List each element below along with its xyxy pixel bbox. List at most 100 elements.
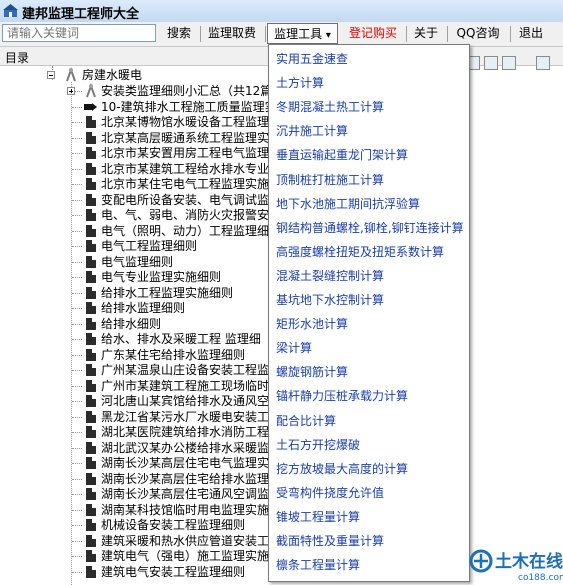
tools-menu-item[interactable]: 地下水池施工期间抗浮验算 — [276, 196, 420, 212]
tools-menu-item[interactable]: 实用五金速查 — [276, 51, 348, 67]
tree-item-label: 建筑电气（强电）施工监理实施 — [101, 549, 270, 563]
tools-menu-item[interactable]: 混凝土裂缝控制计算 — [276, 268, 384, 284]
tree-item[interactable]: 建筑电气安装工程监理细则 — [0, 564, 270, 580]
tree-item-label: 电气工程监理细则 — [101, 239, 198, 253]
tree-item[interactable]: 电、气、弱电、消防火灾报警安装 — [0, 207, 270, 223]
print-icon[interactable] — [536, 56, 550, 70]
tree-item-label: 北京市某安置用房工程电气监理 — [101, 146, 270, 160]
tree-item[interactable]: 湖南长沙某高层住宅通风空调监 — [0, 486, 270, 502]
tree-item[interactable]: 北京市某住宅电气工程监理实施 — [0, 176, 270, 192]
tree-connector — [72, 572, 82, 573]
tree-item[interactable]: 广州某温泉山庄设备安装工程监 — [0, 362, 270, 378]
document-icon — [86, 225, 96, 237]
tree-item[interactable]: 电气专业监理实施细则 — [0, 269, 270, 285]
tree-item-label: 给排水细则 — [101, 317, 162, 331]
collapse-icon[interactable] — [47, 71, 55, 79]
document-icon — [86, 333, 96, 345]
app-icon — [3, 4, 18, 17]
tree-connector — [72, 432, 82, 433]
tree-item[interactable]: 河北唐山某宾馆给排水及通风空 — [0, 393, 270, 409]
tools-menu-item[interactable]: 基坑地下水控制计算 — [276, 292, 384, 308]
tools-menu-item[interactable]: 矩形水池计算 — [276, 316, 348, 332]
tools-menu-item[interactable]: 梁计算 — [276, 340, 312, 356]
tree-item-label: 给水、排水及采暖工程 监理细 — [101, 332, 261, 346]
document-icon — [86, 488, 96, 500]
tools-menu-item[interactable]: 受弯构件挠度允许值 — [276, 485, 384, 501]
tree-connector — [72, 293, 82, 294]
qq-button[interactable]: QQ咨询 — [452, 23, 504, 44]
tree-item-label: 湖南某科技馆临时用电监理实施 — [101, 503, 270, 517]
tree-category-node[interactable]: 房建水暖电 — [0, 67, 270, 83]
tree-connector — [72, 479, 82, 480]
tools-menu-item[interactable]: 截面特性及重量计算 — [276, 533, 384, 549]
search-input[interactable] — [2, 24, 156, 42]
copy-icon[interactable] — [484, 56, 498, 70]
tree-item[interactable]: 黑龙江省某污水厂水暖电安装工 — [0, 409, 270, 425]
tools-menu-item[interactable]: 高强度螺栓扭矩及扭矩系数计算 — [276, 244, 444, 260]
toolbar-divider — [510, 26, 511, 42]
tree-item[interactable]: 湖南某科技馆临时用电监理实施 — [0, 502, 270, 518]
tree-item[interactable]: 湖北武汉某办公楼给排水采暖监 — [0, 440, 270, 456]
tools-menu-item[interactable]: 锚杆静力压桩承载力计算 — [276, 388, 408, 404]
tree-item[interactable]: 北京某高层暖通系统工程监理实 — [0, 130, 270, 146]
tree-item[interactable]: 北京某博物馆水暖设备工程监理 — [0, 114, 270, 130]
tree-item[interactable]: 给排水监理细则 — [0, 300, 270, 316]
search-button[interactable]: 搜索 — [162, 23, 196, 44]
tree-item[interactable]: 北京市某安置用房工程电气监理 — [0, 145, 270, 161]
exit-button[interactable]: 退出 — [514, 23, 548, 44]
tools-menu-item[interactable]: 土方计算 — [276, 75, 324, 91]
tree-item[interactable]: 安装类监理细则小汇总（共12篇 — [0, 83, 270, 99]
tree-item[interactable]: 建筑采暖和热水供应管道安装工 — [0, 533, 270, 549]
tools-menu-item[interactable]: 土石方开挖爆破 — [276, 437, 360, 453]
tools-menu-item[interactable]: 配合比计算 — [276, 413, 336, 429]
document-icon — [86, 442, 96, 454]
document-icon — [86, 380, 96, 392]
tree-connector — [72, 169, 82, 170]
tree-item-label: 广州市某建筑工程施工现场临时 — [101, 379, 270, 393]
tree-item-label: 10-建筑排水工程施工质量监理实 — [101, 100, 270, 114]
tools-menu-item[interactable]: 冬期混凝土热工计算 — [276, 99, 384, 115]
tree-item[interactable]: 广东某住宅给排水监理细则 — [0, 347, 270, 363]
tools-menu-item[interactable]: 锥坡工程量计算 — [276, 509, 360, 525]
tree-item[interactable]: 变配电所设备安装、电气调试监 — [0, 192, 270, 208]
document-icon — [86, 504, 96, 516]
tree-item[interactable]: 湖南长沙某高层住宅给排水监理 — [0, 471, 270, 487]
register-button[interactable]: 登记购买 — [345, 23, 401, 44]
folder-icon — [86, 83, 96, 98]
toolbar-divider — [265, 26, 266, 42]
document-icon — [86, 240, 96, 252]
document-icon — [86, 132, 96, 144]
tree-item[interactable]: 电气（照明、动力）工程监理细 — [0, 223, 270, 239]
tree-item-label: 湖南长沙某高层住宅给排水监理 — [101, 472, 270, 486]
tools-menu-button[interactable]: 监理工具 ▾ — [267, 23, 338, 44]
catalog-tree: 房建水暖电 安装类监理细则小汇总（共12篇 10-建筑排水工程施工质量监理实 北京某… — [0, 66, 270, 585]
fee-button[interactable]: 监理取费 — [204, 23, 260, 44]
tree-item[interactable]: 北京市某建筑工程给水排水专业 — [0, 161, 270, 177]
tree-item[interactable]: 给水、排水及采暖工程 监理细 — [0, 331, 270, 347]
tools-menu-item[interactable]: 顶制桩打桩施工计算 — [276, 172, 384, 188]
tree-item[interactable]: 湖北某医院建筑给排水消防工程 — [0, 424, 270, 440]
tree-item[interactable]: 机械设备安装工程监理细则 — [0, 517, 270, 533]
tree-item[interactable]: 湖南长沙某高层住宅电气监理实 — [0, 455, 270, 471]
tools-menu-item[interactable]: 钢结构普通螺栓,铆栓,铆钉连接计算 — [276, 220, 464, 236]
tree-item[interactable]: 广州市某建筑工程施工现场临时 — [0, 378, 270, 394]
expand-icon[interactable] — [67, 87, 75, 95]
tools-menu-item[interactable]: 螺旋钢筋计算 — [276, 364, 348, 380]
document-icon — [86, 364, 96, 376]
paste-icon[interactable] — [502, 56, 516, 70]
tree-item[interactable]: 给排水细则 — [0, 316, 270, 332]
tools-menu-item[interactable]: 垂直运输起重龙门架计算 — [276, 147, 408, 163]
about-button[interactable]: 关于 — [411, 23, 441, 44]
tree-item[interactable]: 建筑电气（强电）施工监理实施 — [0, 548, 270, 564]
tools-menu-item[interactable]: 檩条工程量计算 — [276, 557, 360, 573]
tree-item-label: 黑龙江省某污水厂水暖电安装工 — [101, 410, 270, 424]
tree-item-label: 湖南长沙某高层住宅电气监理实 — [101, 456, 270, 470]
document-icon — [86, 535, 96, 547]
tree-item[interactable]: 电气工程监理细则 — [0, 238, 270, 254]
tree-item[interactable]: 给排水工程监理实施细则 — [0, 285, 270, 301]
document-icon — [86, 411, 96, 423]
tree-item[interactable]: 电气监理细则 — [0, 254, 270, 270]
tools-menu-item[interactable]: 挖方放坡最大高度的计算 — [276, 461, 408, 477]
tree-item[interactable]: 10-建筑排水工程施工质量监理实 — [0, 99, 270, 115]
tools-menu-item[interactable]: 沉井施工计算 — [276, 123, 348, 139]
